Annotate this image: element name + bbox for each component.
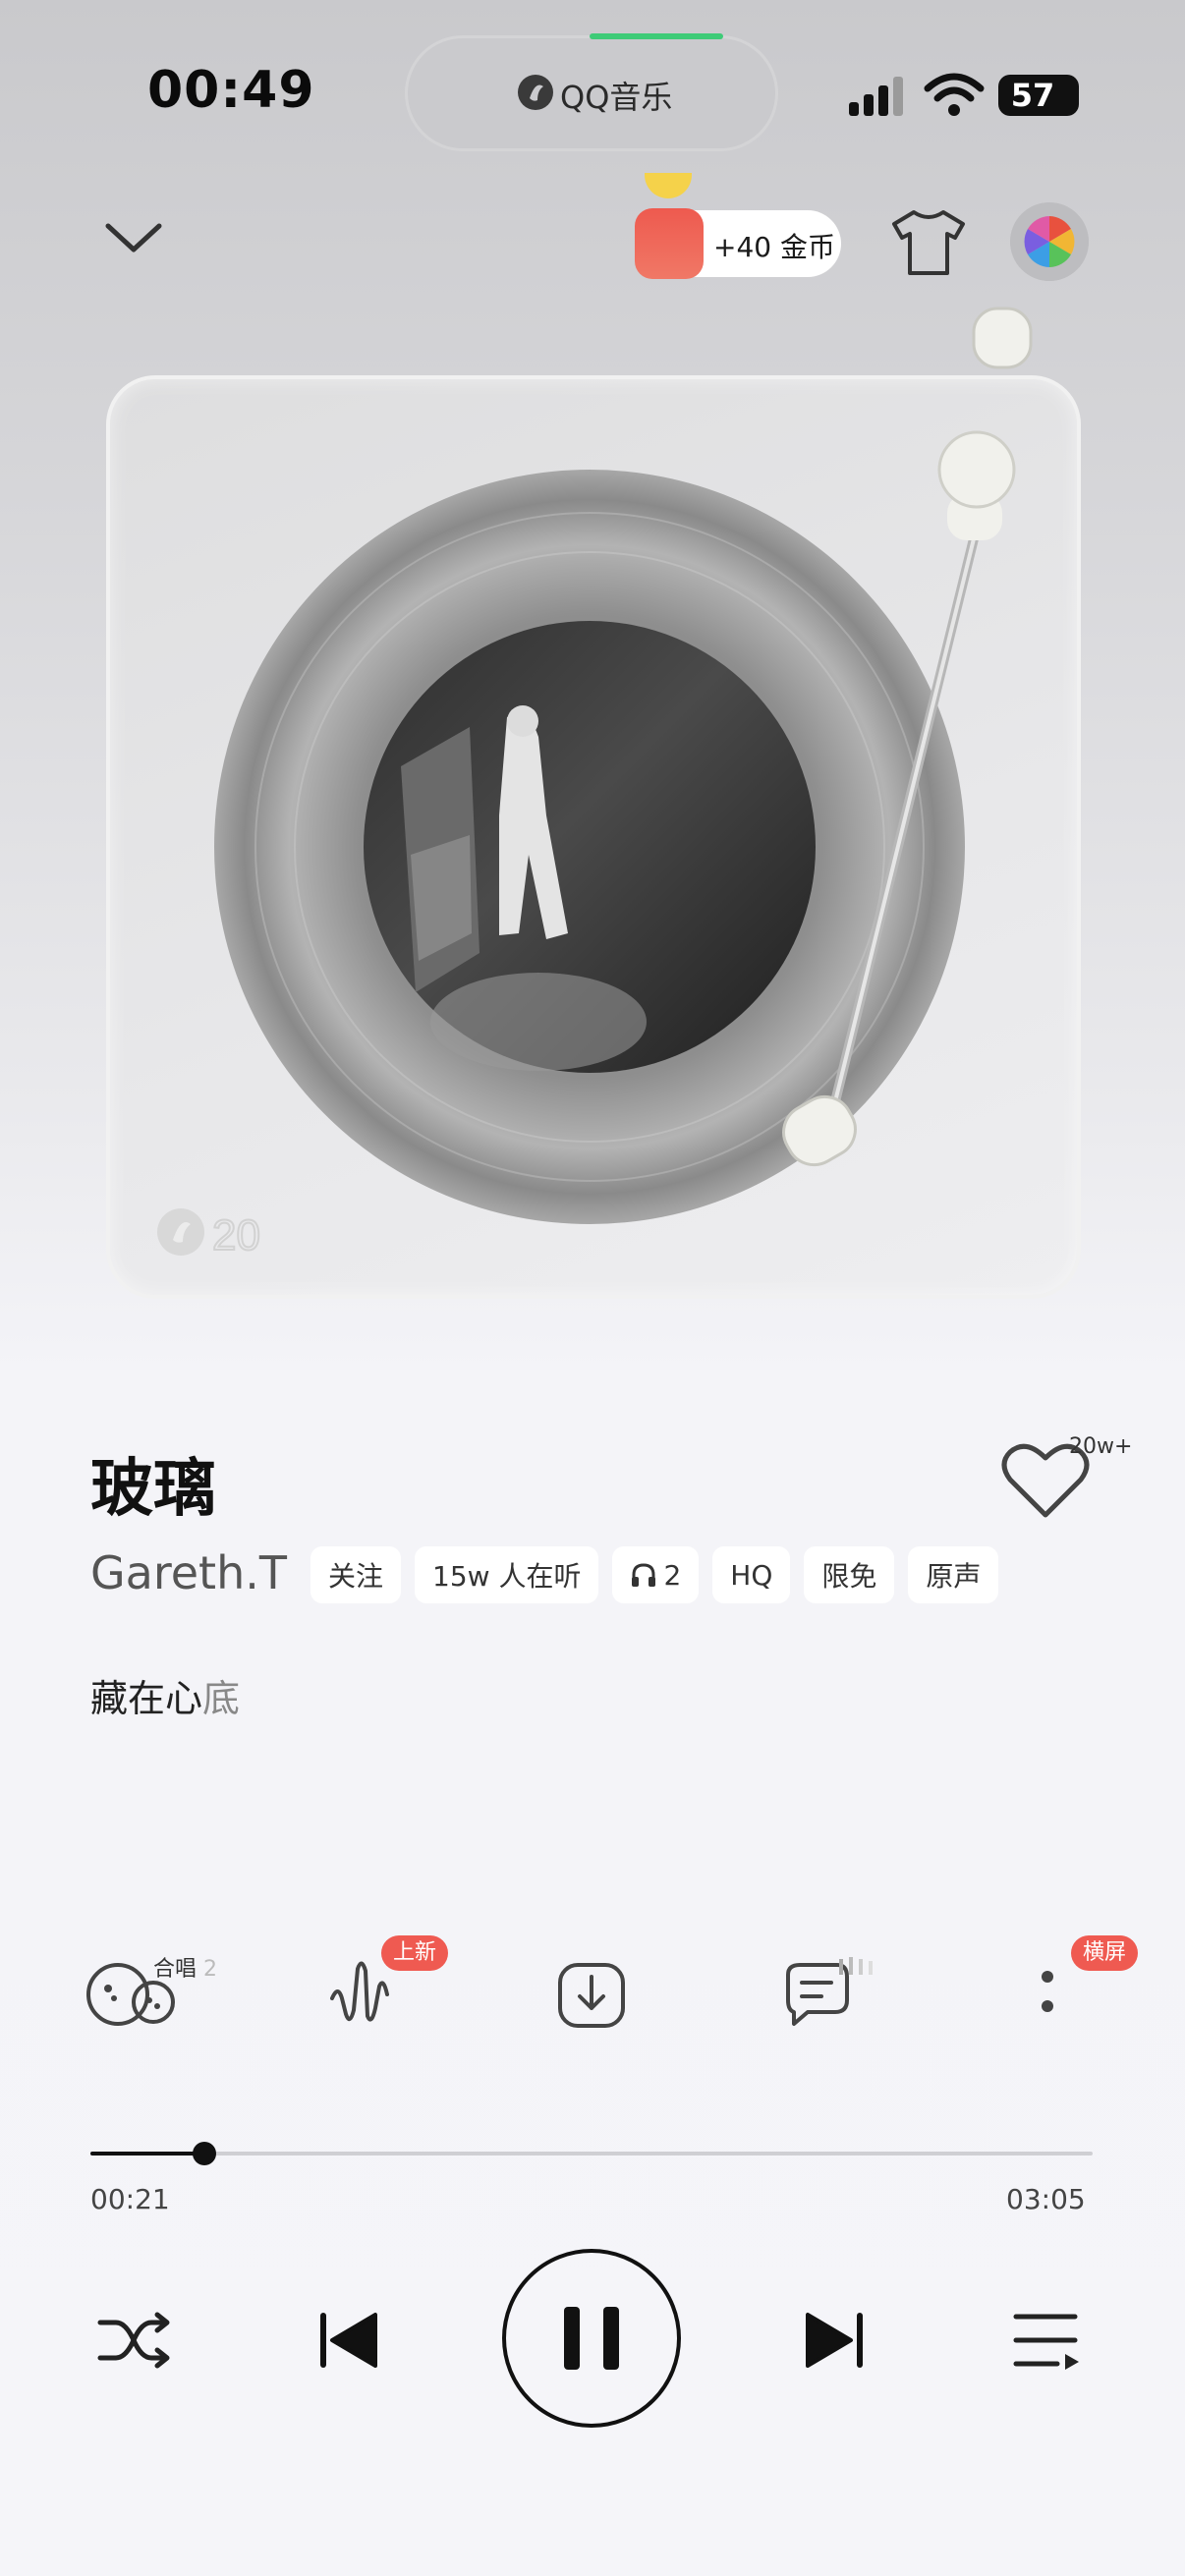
more-icon[interactable] [1008, 1955, 1087, 2034]
free-tag[interactable]: 限免 [804, 1546, 895, 1603]
shuffle-icon[interactable] [94, 2309, 173, 2372]
progress-knob[interactable] [193, 2142, 217, 2165]
previous-icon[interactable] [312, 2305, 383, 2376]
lyric-upcoming: 底 [202, 1677, 241, 1720]
vinyl-record[interactable] [106, 305, 1089, 1307]
headphones-tag[interactable]: 2 [612, 1546, 700, 1603]
status-time: 00:49 [147, 61, 315, 120]
like-count: 20w+ [1069, 1434, 1133, 1459]
watermark-text: 20 [212, 1211, 260, 1258]
pause-icon [564, 2307, 580, 2370]
chevron-down-icon[interactable] [102, 218, 165, 257]
total-time: 03:05 [1006, 2183, 1086, 2215]
qq-music-logo-icon [518, 75, 553, 110]
island-label: QQ音乐 [560, 79, 673, 116]
landscape-badge: 横屏 [1071, 1935, 1139, 1971]
island-progress-bar [590, 33, 723, 39]
download-icon[interactable] [552, 1955, 631, 2034]
pause-button[interactable] [501, 2248, 682, 2429]
coin-drop-icon [645, 173, 692, 198]
progress-track[interactable] [90, 2152, 1093, 2156]
song-title: 玻璃 [90, 1453, 216, 1526]
coin-reward-label: +40 金币 [713, 231, 835, 263]
chorus-count: 2 [203, 1957, 218, 1982]
wifi-icon [924, 73, 985, 116]
next-icon[interactable] [800, 2305, 871, 2376]
theme-shirt-icon[interactable] [890, 208, 967, 277]
follow-tag[interactable]: 关注 [310, 1546, 402, 1603]
listeners-tag[interactable]: 15w 人在听 [415, 1546, 599, 1603]
playlist-icon[interactable] [1012, 2311, 1081, 2372]
current-lyric[interactable]: 藏在心底 [90, 1668, 240, 1722]
lyric-sung: 藏在心 [90, 1677, 203, 1720]
battery-level: 57 [1010, 77, 1055, 114]
color-wheel-icon[interactable] [1010, 202, 1089, 281]
red-packet-icon [635, 208, 704, 279]
current-time: 00:21 [90, 2183, 170, 2215]
cellular-signal-icon [849, 77, 903, 116]
artist-name[interactable]: Gareth.T [90, 1546, 287, 1599]
sound-effect-badge: 上新 [381, 1935, 449, 1971]
headphones-icon [632, 1563, 656, 1587]
qq-music-20-logo: 20 [157, 1208, 261, 1258]
hq-tag[interactable]: HQ [712, 1546, 791, 1603]
progress-fill [90, 2152, 205, 2156]
original-tag[interactable]: 原声 [908, 1546, 999, 1603]
comment-activity-bars [839, 1957, 873, 1975]
chorus-label: 合唱 2 [153, 1957, 218, 1982]
song-tags: 关注 15w 人在听 2 HQ 限免 原声 [310, 1546, 999, 1603]
